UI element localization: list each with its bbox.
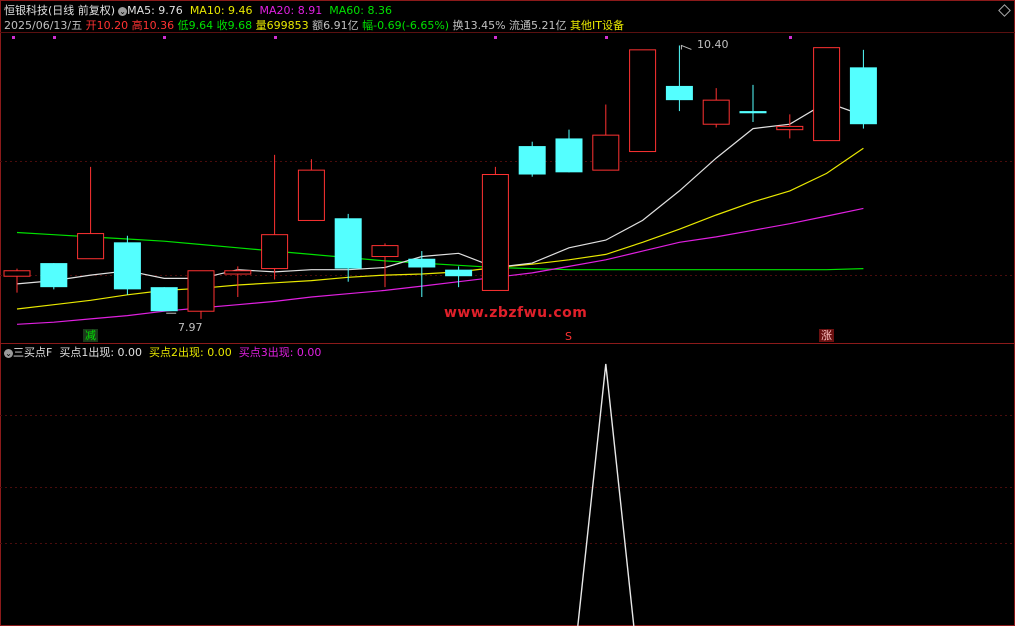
candle-body — [371, 245, 399, 258]
top-marker-dot — [12, 36, 15, 39]
signal-tag-s: S — [565, 330, 572, 343]
top-marker-dot — [52, 36, 56, 39]
candle-body — [187, 270, 215, 312]
candle-body — [555, 138, 583, 173]
signal-tag-zhang: 涨 — [819, 329, 834, 342]
top-marker-dot — [788, 36, 792, 39]
top-marker-dot — [273, 36, 277, 39]
ma10-line — [16, 147, 864, 310]
candle-body — [739, 111, 767, 114]
candle-body — [445, 269, 473, 277]
candle-body — [297, 169, 325, 221]
signal-tag-jian: 减 — [83, 329, 98, 342]
candle-body — [261, 234, 289, 270]
indicator-header: ⌄三买点F 买点1出现: 0.00 买点2出现: 0.00 买点3出现: 0.0… — [4, 346, 321, 359]
indicator-spike-line — [577, 363, 635, 626]
chevron-down-icon[interactable]: ⌄ — [4, 348, 13, 358]
indicator-name[interactable]: 三买点F — [13, 346, 52, 359]
low-price-label: 7.97 — [178, 321, 203, 334]
candle-body — [629, 49, 657, 153]
candle-body — [849, 67, 877, 125]
watermark: www.zbzfwu.com — [444, 305, 588, 321]
high-price-label: 10.40 — [697, 38, 729, 51]
buy3-value: 买点3出现: 0.00 — [238, 346, 322, 359]
candle-body — [408, 258, 436, 268]
candle-body — [702, 99, 730, 125]
candle-body — [518, 146, 546, 175]
candle-body — [665, 85, 693, 101]
candle-body — [150, 287, 178, 312]
top-marker-dot — [163, 36, 167, 39]
candle-body — [592, 134, 620, 171]
ma60-line — [16, 231, 864, 271]
candle-body — [77, 233, 105, 260]
high-marker — [680, 44, 692, 50]
candle-body — [481, 174, 509, 291]
candle-body — [776, 125, 804, 131]
buy1-value: 买点1出现: 0.00 — [59, 346, 143, 359]
ma20-line — [16, 207, 864, 325]
top-marker-dot — [494, 36, 498, 39]
candle-body — [113, 242, 141, 290]
candle-body — [3, 270, 31, 277]
candle-body — [334, 218, 362, 269]
candle-body — [40, 263, 68, 288]
buy2-value: 买点2出现: 0.00 — [149, 346, 232, 359]
candle-body — [224, 270, 252, 275]
candle-body — [813, 47, 841, 142]
ma5-line — [16, 101, 864, 285]
top-marker-dot — [604, 36, 608, 39]
